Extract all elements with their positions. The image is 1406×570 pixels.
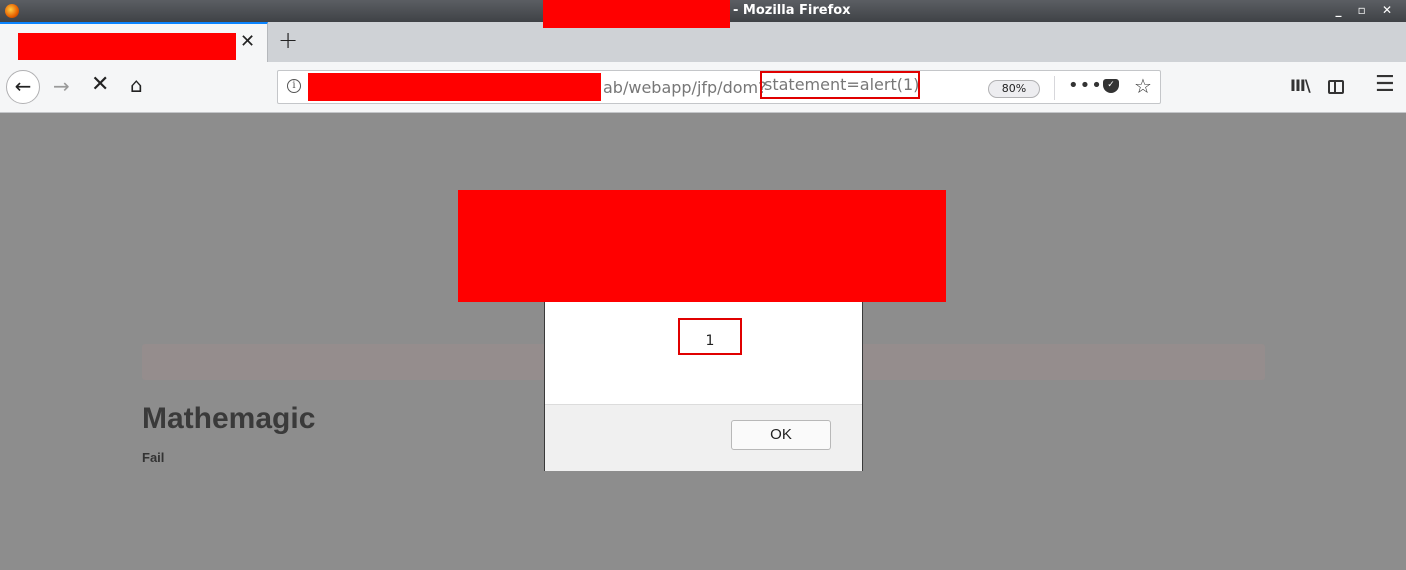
close-tab-icon[interactable]: ✕ (240, 31, 255, 52)
url-path: ab/webapp/jfp/dom? (603, 78, 767, 97)
firefox-logo-icon (5, 4, 19, 18)
window-title: - Mozilla Firefox (733, 3, 851, 18)
active-tab[interactable]: ✕ (0, 22, 268, 62)
address-bar[interactable]: i ab/webapp/jfp/dom? statement=alert(1) … (277, 70, 1161, 104)
url-query-highlight: statement=alert(1) (760, 71, 920, 99)
new-tab-button[interactable]: + (278, 26, 298, 54)
home-icon[interactable]: ⌂ (130, 73, 143, 97)
bookmark-star-icon[interactable]: ☆ (1134, 74, 1152, 98)
redacted-url-host (308, 73, 601, 101)
alert-message: 1 (678, 318, 742, 355)
zoom-level-badge[interactable]: 80% (988, 80, 1040, 98)
page-actions-icon[interactable]: ••• (1068, 75, 1103, 96)
site-info-icon[interactable]: i (287, 79, 301, 93)
library-icon[interactable]: III\ (1290, 76, 1311, 95)
window-controls[interactable]: _ ▫ ✕ (1335, 3, 1398, 17)
redacted-tab-title (18, 33, 236, 60)
hamburger-menu-icon[interactable]: ☰ (1375, 72, 1395, 97)
stop-loading-button[interactable]: ✕ (91, 72, 109, 97)
redacted-title (543, 0, 730, 28)
ok-button[interactable]: OK (731, 420, 831, 450)
urlbar-divider (1054, 76, 1055, 100)
window-titlebar: - Mozilla Firefox _ ▫ ✕ (0, 0, 1406, 28)
redacted-dialog-header (458, 190, 946, 302)
dialog-footer: OK (545, 404, 862, 471)
navigation-toolbar: ← → ✕ ⌂ i ab/webapp/jfp/dom? statement=a… (0, 62, 1406, 113)
alert-dialog: 1 OK (544, 290, 863, 471)
pocket-icon[interactable]: ✓ (1103, 79, 1119, 93)
sidebar-toggle-icon[interactable] (1328, 80, 1344, 94)
tab-strip: ✕ + (0, 22, 1406, 63)
result-text: Fail (142, 450, 165, 465)
forward-button[interactable]: → (53, 74, 70, 98)
page-title: Mathemagic (142, 402, 316, 435)
back-button[interactable]: ← (6, 70, 40, 104)
